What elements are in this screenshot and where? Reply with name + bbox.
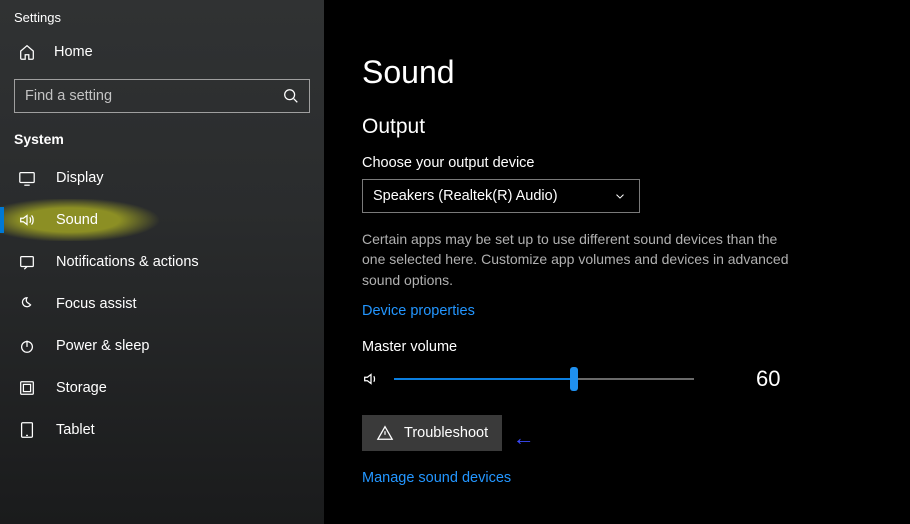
tablet-icon [18,421,36,439]
notifications-icon [18,253,36,271]
device-properties-link[interactable]: Device properties [362,303,475,319]
sidebar: Settings Home System Display Sound Notif… [0,0,324,524]
output-heading: Output [362,115,910,139]
search-icon [282,87,300,105]
output-device-select[interactable]: Speakers (Realtek(R) Audio) [362,179,640,213]
sidebar-item-label: Power & sleep [56,338,150,354]
search-container [0,79,324,113]
section-label: System [0,131,324,157]
sidebar-item-notifications[interactable]: Notifications & actions [0,241,324,283]
master-volume-label: Master volume [362,339,910,355]
sidebar-item-label: Tablet [56,422,95,438]
sidebar-item-label: Focus assist [56,296,137,312]
storage-icon [18,379,36,397]
master-volume-value: 60 [756,366,780,392]
main-content: Sound Output Choose your output device S… [324,0,910,524]
display-icon [18,169,36,187]
speaker-icon [362,370,380,388]
slider-fill [394,378,574,381]
window-title: Settings [0,0,324,25]
master-volume-slider[interactable] [394,365,694,393]
sidebar-item-focus-assist[interactable]: Focus assist [0,283,324,325]
sidebar-item-tablet[interactable]: Tablet [0,409,324,451]
focus-assist-icon [18,295,36,313]
sound-icon [18,211,36,229]
choose-output-label: Choose your output device [362,155,910,171]
search-input[interactable] [14,79,310,113]
home-label: Home [54,44,93,60]
sidebar-item-label: Notifications & actions [56,254,199,270]
slider-thumb[interactable] [570,367,578,391]
home-nav[interactable]: Home [0,25,324,79]
sidebar-item-label: Storage [56,380,107,396]
sidebar-item-storage[interactable]: Storage [0,367,324,409]
home-icon [18,43,36,61]
sidebar-item-sound[interactable]: Sound [0,199,324,241]
manage-sound-devices-link[interactable]: Manage sound devices [362,470,511,486]
output-description: Certain apps may be set up to use differ… [362,229,792,290]
output-device-value: Speakers (Realtek(R) Audio) [373,188,558,204]
master-volume-row: 60 [362,365,910,393]
annotation-arrow: ← [513,425,535,450]
troubleshoot-button[interactable]: Troubleshoot [362,415,502,451]
sidebar-item-power-sleep[interactable]: Power & sleep [0,325,324,367]
sidebar-item-label: Sound [56,212,98,228]
page-title: Sound [362,54,910,91]
sidebar-item-display[interactable]: Display [0,157,324,199]
power-icon [18,337,36,355]
troubleshoot-label: Troubleshoot [404,425,488,441]
warning-icon [376,424,394,442]
chevron-down-icon [611,189,629,203]
sidebar-item-label: Display [56,170,104,186]
